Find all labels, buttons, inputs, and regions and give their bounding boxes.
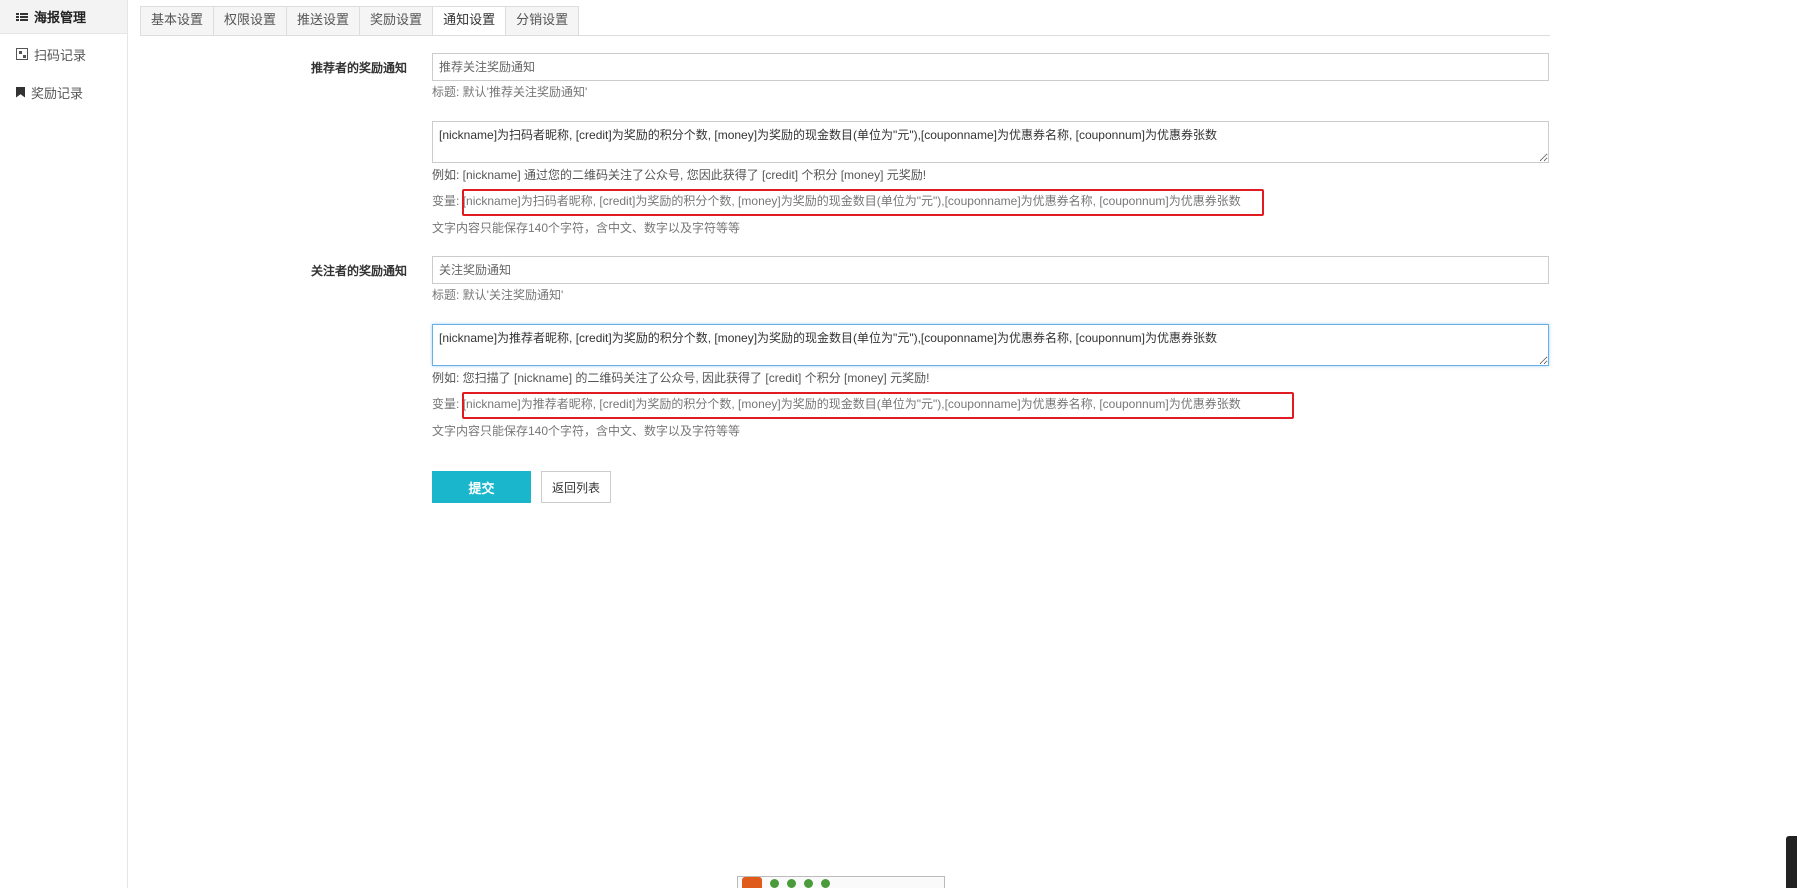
- bookmark-icon: [16, 86, 25, 98]
- tab-push[interactable]: 推送设置: [286, 6, 360, 36]
- referrer-content-textarea[interactable]: [nickname]为扫码者昵称, [credit]为奖励的积分个数, [mon…: [432, 121, 1549, 163]
- logo-icon: [742, 877, 762, 888]
- referrer-variables-highlight: [462, 189, 1264, 216]
- tab-divider: [140, 35, 1550, 36]
- referrer-example: 例如: [nickname] 通过您的二维码关注了公众号, 您因此获得了 [cr…: [432, 168, 927, 182]
- list-icon: [16, 11, 28, 23]
- scrollbar[interactable]: [1786, 836, 1797, 888]
- follower-content-textarea[interactable]: [nickname]为推荐者昵称, [credit]为奖励的积分个数, [mon…: [432, 324, 1549, 366]
- sidebar: 海报管理 扫码记录 奖励记录: [0, 0, 128, 888]
- referrer-title-input[interactable]: [432, 53, 1549, 81]
- settings-tabs: 基本设置 权限设置 推送设置 奖励设置 通知设置 分销设置: [140, 6, 580, 36]
- sidebar-item-label: 扫码记录: [34, 48, 87, 64]
- toolbar-icon[interactable]: [770, 879, 779, 888]
- follower-example: 例如: 您扫描了 [nickname] 的二维码关注了公众号, 因此获得了 [c…: [432, 371, 930, 385]
- referrer-label: 推荐者的奖励通知: [310, 61, 407, 75]
- tab-distribution[interactable]: 分销设置: [505, 6, 580, 36]
- follower-variables-prefix: 变量:: [432, 397, 460, 411]
- toolbar-icon[interactable]: [821, 879, 830, 888]
- follower-label: 关注者的奖励通知: [310, 264, 407, 278]
- follower-variables-highlight: [462, 392, 1294, 419]
- tab-basic[interactable]: 基本设置: [140, 6, 214, 36]
- sidebar-item-reward-records[interactable]: 奖励记录: [0, 75, 127, 109]
- sidebar-item-poster-management[interactable]: 海报管理: [0, 0, 127, 34]
- qrcode-icon: [16, 48, 28, 60]
- sidebar-item-label: 海报管理: [34, 11, 87, 26]
- follower-limit-note: 文字内容只能保存140个字符，含中文、数字以及字符等等: [432, 424, 741, 438]
- tab-permissions[interactable]: 权限设置: [213, 6, 287, 36]
- follower-title-input[interactable]: [432, 256, 1549, 284]
- referrer-title-help: 标题: 默认'推荐关注奖励通知': [432, 85, 588, 99]
- toolbar-icon[interactable]: [804, 879, 813, 888]
- sidebar-item-label: 奖励记录: [31, 86, 84, 102]
- bottom-toolbar: [737, 876, 945, 888]
- submit-button[interactable]: 提交: [432, 471, 531, 503]
- referrer-limit-note: 文字内容只能保存140个字符，含中文、数字以及字符等等: [432, 221, 741, 235]
- tab-rewards[interactable]: 奖励设置: [359, 6, 433, 36]
- referrer-variables-prefix: 变量:: [432, 194, 460, 208]
- sidebar-item-scan-records[interactable]: 扫码记录: [0, 37, 127, 71]
- toolbar-icon[interactable]: [787, 879, 796, 888]
- tab-notifications[interactable]: 通知设置: [432, 6, 506, 36]
- follower-title-help: 标题: 默认'关注奖励通知': [432, 288, 564, 302]
- back-to-list-button[interactable]: 返回列表: [541, 471, 611, 503]
